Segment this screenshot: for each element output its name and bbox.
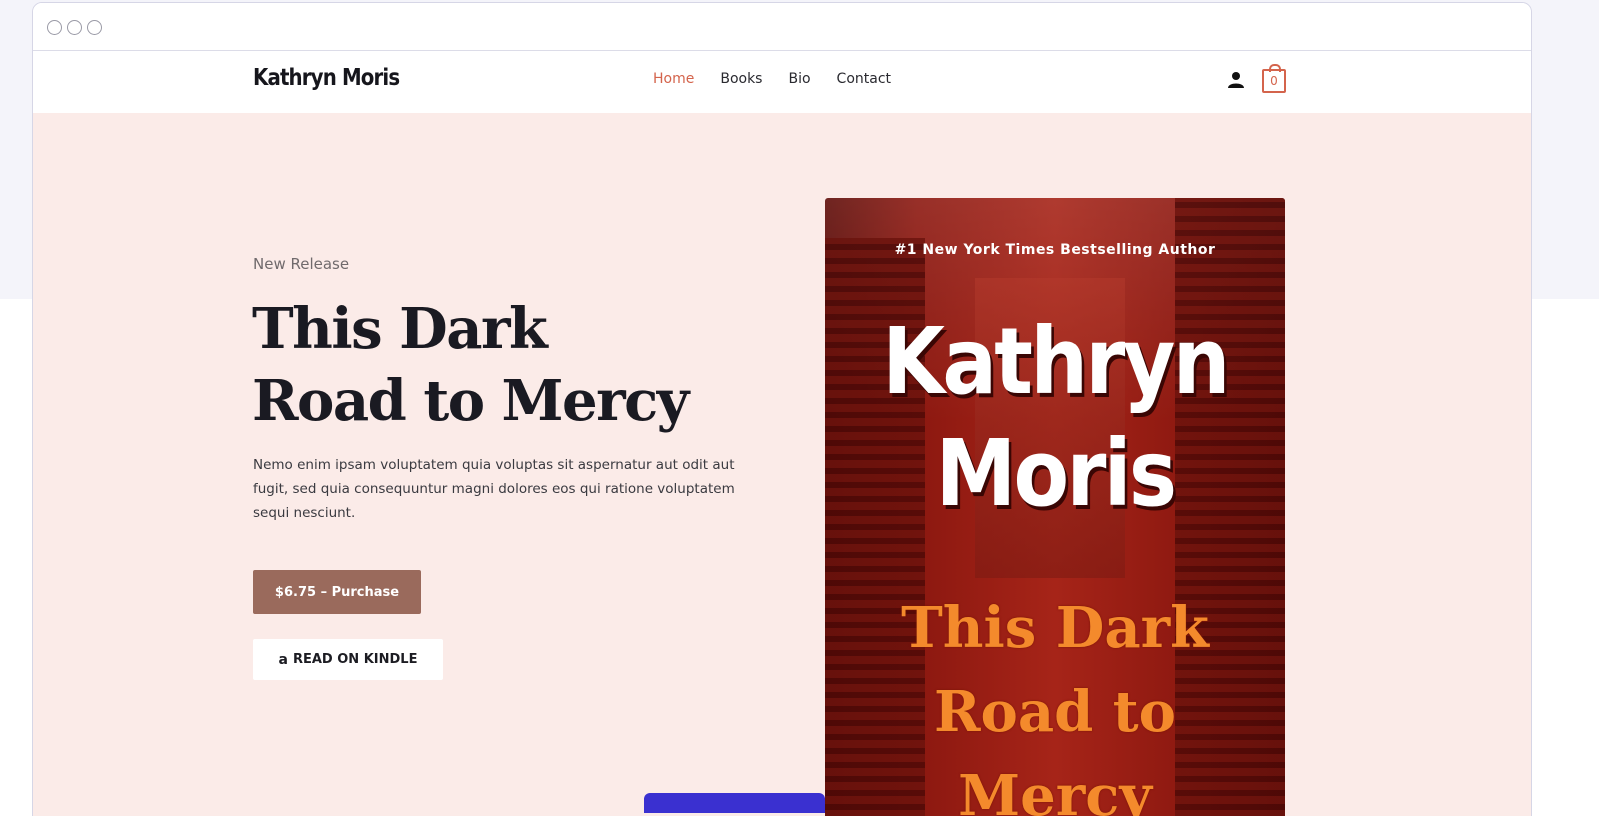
cart-count: 0: [1270, 74, 1278, 88]
browser-chrome: [33, 3, 1531, 51]
nav-bio[interactable]: Bio: [788, 71, 810, 87]
book-description: Nemo enim ipsam voluptatem quia voluptas…: [253, 457, 735, 521]
book-title-line1: This Dark: [252, 296, 548, 362]
cover-author-line1: Kathryn: [882, 308, 1230, 415]
book-title-line2: Road to Mercy: [252, 368, 689, 434]
browser-window: Kathryn Moris Home Books Bio Contact 0 N…: [32, 2, 1532, 816]
site-logo[interactable]: Kathryn Moris: [253, 65, 400, 91]
cover-title-line2: Road to: [933, 679, 1177, 745]
maximize-dot[interactable]: [87, 20, 102, 35]
nav-books[interactable]: Books: [720, 71, 762, 87]
cover-tagline: #1 New York Times Bestselling Author: [894, 242, 1216, 258]
site-header: Kathryn Moris Home Books Bio Contact 0: [33, 51, 1531, 112]
release-label: New Release: [253, 255, 350, 273]
book-cover[interactable]: #1 New York Times Bestselling Author Kat…: [825, 198, 1285, 816]
cover-author-line2: Moris: [935, 420, 1177, 527]
cover-title-line1: This Dark: [901, 595, 1209, 661]
hero-section: New Release This Dark Road to Mercy Nemo…: [33, 113, 1531, 816]
close-dot[interactable]: [47, 20, 62, 35]
read-on-kindle-button[interactable]: a READ ON KINDLE: [253, 639, 443, 680]
cover-author: Kathryn Moris: [853, 306, 1258, 530]
cover-title: This Dark Road to Mercy: [825, 586, 1285, 816]
kindle-label: READ ON KINDLE: [292, 652, 418, 667]
cover-title-line3: Mercy: [958, 763, 1152, 816]
window-controls: [47, 20, 102, 35]
user-account-icon[interactable]: [1227, 71, 1245, 89]
purchase-button[interactable]: $6.75 – Purchase: [253, 570, 421, 614]
cart-icon[interactable]: 0: [1262, 64, 1286, 93]
bottom-tab-bar[interactable]: [644, 793, 825, 813]
minimize-dot[interactable]: [67, 20, 82, 35]
nav-home[interactable]: Home: [653, 71, 694, 87]
book-title: This Dark Road to Mercy: [252, 293, 732, 437]
nav-contact[interactable]: Contact: [837, 71, 891, 87]
main-nav: Home Books Bio Contact: [653, 71, 891, 87]
amazon-icon: a: [278, 651, 288, 668]
